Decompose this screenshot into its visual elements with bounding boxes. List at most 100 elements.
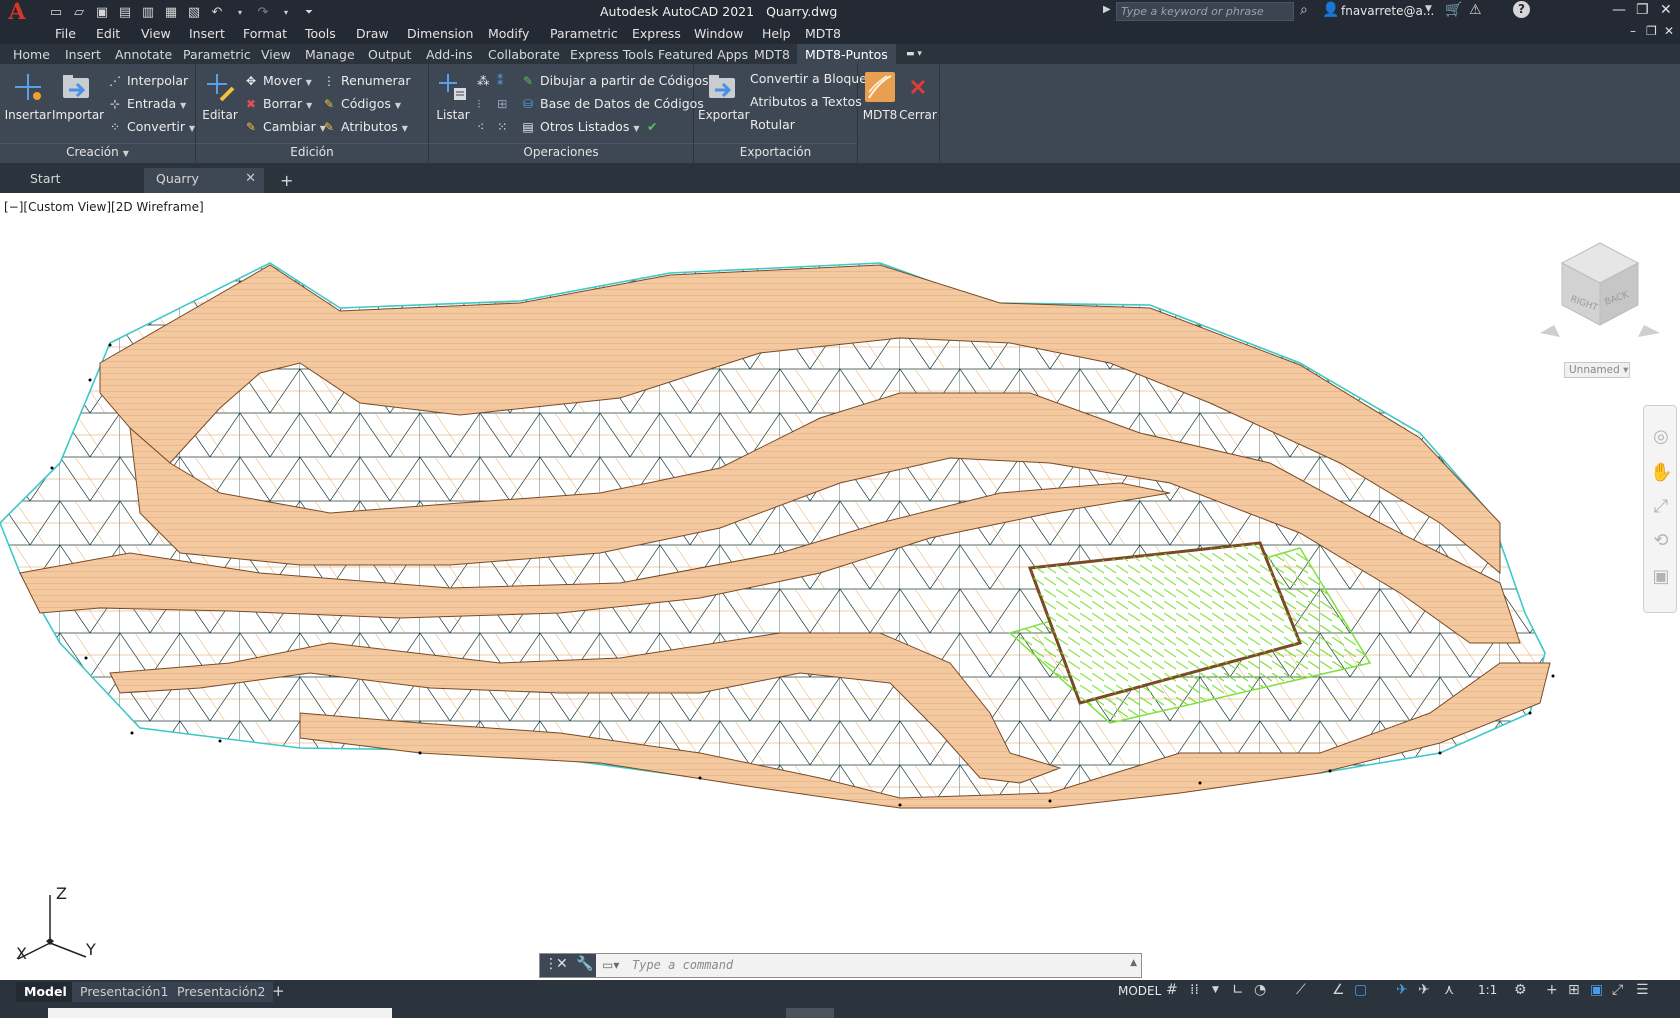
plot-icon[interactable]: ▧: [186, 5, 202, 20]
tab-add-ins[interactable]: Add-ins: [426, 47, 473, 62]
hardware-acceleration-icon[interactable]: ▣: [1590, 982, 1603, 998]
undo-dropdown-icon[interactable]: ▾: [232, 8, 248, 17]
steering-wheel-icon[interactable]: ◎: [1650, 426, 1672, 448]
grid-icon[interactable]: #: [1166, 982, 1178, 998]
point-grid-icon[interactable]: ⊞: [497, 94, 507, 114]
listar-button[interactable]: Listar: [429, 70, 477, 122]
search-expand-icon[interactable]: ▶: [1103, 4, 1111, 15]
customize-qat-icon[interactable]: ⏷: [301, 7, 317, 18]
viewcube-compass-west-icon[interactable]: [1540, 325, 1560, 337]
tab-presentacion2[interactable]: Presentación2: [169, 982, 274, 1002]
recent-commands-icon[interactable]: ▭▾: [602, 958, 619, 972]
importar-button[interactable]: Importar: [52, 70, 104, 122]
clean-screen-icon[interactable]: ⤢: [1612, 982, 1623, 998]
zoom-extents-icon[interactable]: ⤢: [1650, 496, 1672, 518]
annotation-scale-icon[interactable]: ⋏: [1444, 982, 1454, 998]
web-mobile-save-icon[interactable]: ▦: [163, 5, 179, 20]
doc-minimize-icon[interactable]: –: [1630, 24, 1636, 38]
menu-format[interactable]: Format: [243, 26, 287, 41]
tab-mdt8-puntos[interactable]: MDT8-Puntos: [797, 44, 896, 65]
search-input[interactable]: Type a keyword or phrase: [1116, 2, 1294, 21]
rotular-button[interactable]: Rotular: [750, 115, 795, 135]
close-tab-icon[interactable]: ✕: [245, 168, 256, 190]
convertir-bloques-button[interactable]: Convertir a Bloques: [750, 69, 873, 89]
object-snap-icon[interactable]: ▢: [1354, 982, 1367, 998]
tab-featured-apps[interactable]: Featured Apps: [658, 47, 748, 62]
editar-button[interactable]: Editar: [196, 70, 244, 122]
tab-mdt8[interactable]: MDT8: [754, 47, 790, 62]
tab-manage[interactable]: Manage: [305, 47, 355, 62]
point-select-icon[interactable]: ⁖: [477, 117, 484, 137]
tab-output[interactable]: Output: [368, 47, 411, 62]
renumerar-button[interactable]: ⋮ Renumerar: [322, 71, 410, 91]
menu-help[interactable]: Help: [762, 26, 791, 41]
new-file-icon[interactable]: ▭: [48, 5, 64, 20]
atributos-button[interactable]: ✎ Atributos ▼: [322, 117, 408, 137]
close-command-line-icon[interactable]: ✕: [556, 956, 568, 972]
redo-icon[interactable]: ↷: [255, 5, 271, 20]
ortho-icon[interactable]: ∟: [1232, 982, 1244, 998]
menu-modify[interactable]: Modify: [488, 26, 529, 41]
drawing-canvas[interactable]: [−][Custom View][2D Wireframe] RIGHT BAC…: [0, 193, 1680, 980]
polar-tracking-icon[interactable]: ◔: [1254, 982, 1266, 998]
point-info-icon[interactable]: ⁑: [497, 71, 503, 91]
annotation-scale-value[interactable]: 1:1: [1478, 983, 1497, 997]
minimize-icon[interactable]: —: [1612, 2, 1626, 18]
menu-window[interactable]: Window: [694, 26, 743, 41]
menu-view[interactable]: View: [141, 26, 171, 41]
user-name[interactable]: fnavarrete@a...: [1341, 4, 1434, 18]
new-tab-icon[interactable]: +: [280, 171, 293, 190]
tab-model[interactable]: Model: [16, 982, 75, 1002]
dibujar-codigos-button[interactable]: ✎ Dibujar a partir de Códigos: [521, 71, 709, 91]
tab-collaborate[interactable]: Collaborate: [488, 47, 560, 62]
user-menu-caret-icon[interactable]: ▼: [1425, 4, 1432, 14]
close-icon[interactable]: ✕: [1660, 2, 1672, 18]
isolate-objects-icon[interactable]: ⊞: [1568, 982, 1580, 998]
borrar-button[interactable]: ✖ Borrar ▼: [244, 94, 312, 114]
open-file-icon[interactable]: ▱: [71, 5, 87, 20]
tab-start[interactable]: Start: [18, 168, 138, 193]
user-icon[interactable]: 👤: [1322, 2, 1339, 18]
insertar-button[interactable]: Insertar: [4, 70, 52, 122]
doc-restore-icon[interactable]: ❐: [1646, 24, 1657, 38]
snap-dropdown-icon[interactable]: ▼: [1212, 985, 1219, 995]
convertir-button[interactable]: ⁘ Convertir ▼: [108, 117, 195, 137]
model-space-toggle[interactable]: MODEL: [1114, 982, 1166, 1000]
panel-creacion-title[interactable]: Creación ▼: [0, 143, 195, 160]
ribbon-toggle-icon[interactable]: ▬ ▾: [906, 49, 936, 60]
snap-icon[interactable]: ⁞⁞: [1190, 982, 1199, 998]
undo-icon[interactable]: ↶: [209, 5, 225, 20]
help-icon[interactable]: ?: [1513, 1, 1530, 18]
menu-parametric[interactable]: Parametric: [550, 26, 618, 41]
atributos-textos-button[interactable]: Atributos a Textos: [750, 92, 862, 112]
menu-insert[interactable]: Insert: [189, 26, 225, 41]
object-snap-tracking-icon[interactable]: ∠: [1332, 982, 1345, 998]
menu-file[interactable]: File: [55, 26, 76, 41]
point-link-icon[interactable]: ⁙: [497, 117, 507, 137]
auto-scale-icon[interactable]: ✈: [1418, 982, 1430, 998]
otros-listados-button[interactable]: ▤ Otros Listados ▼: [521, 117, 639, 137]
web-mobile-open-icon[interactable]: ▥: [140, 5, 156, 20]
search-icon[interactable]: ⌕: [1300, 2, 1308, 18]
menu-edit[interactable]: Edit: [96, 26, 120, 41]
annotation-monitor-icon[interactable]: +: [1546, 982, 1558, 998]
tab-home[interactable]: Home: [13, 47, 50, 62]
interpolar-button[interactable]: ⋰ Interpolar: [108, 71, 188, 91]
tab-view[interactable]: View: [261, 47, 291, 62]
save-as-icon[interactable]: ▤: [117, 5, 133, 20]
viewcube[interactable]: RIGHT BACK: [1540, 233, 1660, 373]
mover-button[interactable]: ✥ Mover ▼: [244, 71, 312, 91]
restore-icon[interactable]: ❐: [1636, 2, 1649, 18]
check-icon[interactable]: ✔: [647, 117, 657, 137]
orbit-icon[interactable]: ⟲: [1650, 530, 1672, 552]
base-datos-button[interactable]: ⛁ Base de Datos de Códigos: [521, 94, 704, 114]
exportar-button[interactable]: Exportar: [698, 70, 750, 122]
autocad-logo-icon[interactable]: A: [0, 0, 34, 24]
pan-icon[interactable]: ✋: [1650, 462, 1672, 484]
new-layout-icon[interactable]: +: [272, 982, 285, 1000]
cerrar-button[interactable]: Cerrar: [898, 70, 938, 122]
workspace-gear-icon[interactable]: ⚙: [1514, 982, 1527, 998]
mdt8-button[interactable]: MDT8: [860, 70, 900, 122]
tab-insert[interactable]: Insert: [65, 47, 101, 62]
viewport-controls[interactable]: [−][Custom View][2D Wireframe]: [4, 200, 204, 214]
